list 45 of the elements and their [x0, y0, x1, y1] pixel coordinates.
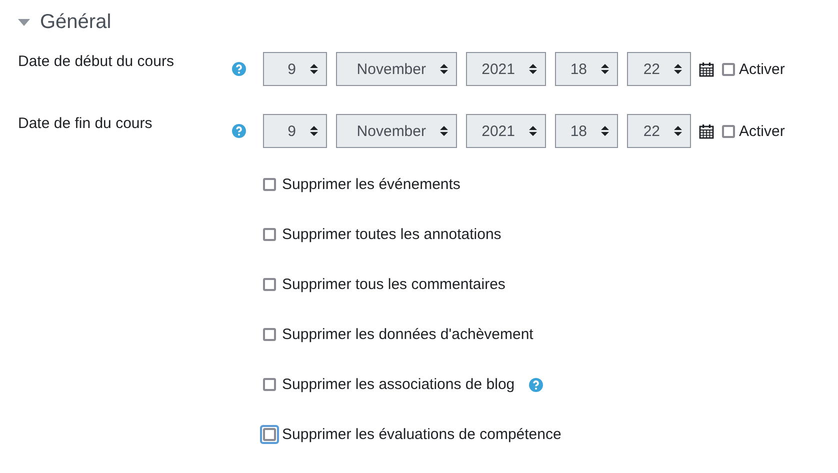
checkbox[interactable] — [263, 228, 276, 241]
select-field[interactable]: 9 — [263, 114, 327, 148]
field-label: Date de début du cours — [18, 52, 175, 70]
checkbox-label: Supprimer les associations de blog — [282, 376, 515, 393]
select-field[interactable]: November — [336, 52, 457, 86]
field-label: Date de fin du cours — [18, 114, 154, 132]
checkbox-label: Activer — [739, 122, 785, 140]
sort-icon — [440, 125, 448, 137]
select-field[interactable]: 22 — [627, 52, 691, 86]
sort-icon — [529, 63, 537, 75]
checkbox[interactable] — [263, 378, 276, 391]
help-icon[interactable] — [528, 378, 543, 392]
select-field[interactable]: 18 — [555, 52, 618, 86]
sort-icon — [310, 125, 318, 137]
select-field[interactable]: 2021 — [466, 114, 546, 148]
checkbox[interactable] — [722, 124, 735, 138]
collapse-icon[interactable] — [18, 19, 30, 26]
select-field[interactable]: 2021 — [466, 52, 546, 86]
checkbox[interactable] — [263, 278, 276, 291]
sort-icon — [310, 63, 318, 75]
select-field[interactable]: 22 — [627, 114, 691, 148]
section-title: Général — [40, 11, 112, 34]
checkbox-label: Supprimer les données d'achèvement — [282, 326, 534, 343]
sort-icon — [440, 63, 448, 75]
sort-icon — [601, 125, 609, 137]
sort-icon — [529, 125, 537, 137]
checkbox-label: Supprimer tous les commentaires — [282, 276, 506, 293]
help-icon[interactable] — [232, 124, 246, 138]
checkbox[interactable] — [263, 178, 276, 191]
checkbox-label: Supprimer les événements — [282, 176, 460, 193]
checkbox[interactable] — [722, 62, 735, 76]
checkbox-label: Activer — [739, 60, 785, 78]
help-icon[interactable] — [232, 62, 246, 76]
checkbox-label: Supprimer les évaluations de compétence — [282, 426, 562, 443]
checkbox-label: Supprimer toutes les annotations — [282, 226, 502, 243]
select-field[interactable]: November — [336, 114, 457, 148]
checkbox[interactable] — [263, 328, 276, 341]
select-field[interactable]: 18 — [555, 114, 618, 148]
sort-icon — [601, 63, 609, 75]
checkbox[interactable] — [263, 428, 276, 441]
select-field[interactable]: 9 — [263, 52, 327, 86]
calendar-icon[interactable] — [699, 62, 714, 76]
sort-icon — [674, 125, 682, 137]
calendar-icon[interactable] — [699, 124, 714, 138]
sort-icon — [674, 63, 682, 75]
